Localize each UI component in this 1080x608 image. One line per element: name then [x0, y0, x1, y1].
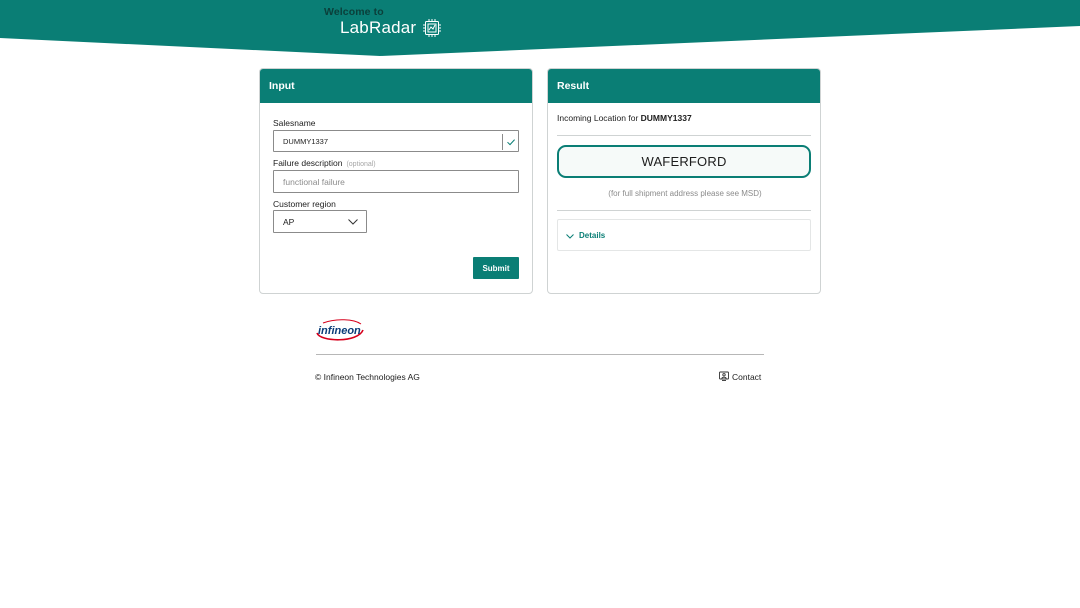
footer-divider [316, 354, 764, 355]
copyright: © Infineon Technologies AG [315, 372, 420, 382]
failure-label: Failure description (optional) [273, 158, 376, 168]
details-label: Details [579, 230, 606, 240]
contact-icon [719, 371, 729, 383]
result-card-title: Result [548, 69, 820, 103]
failure-label-text: Failure description [273, 158, 343, 168]
divider [557, 210, 811, 211]
details-toggle[interactable]: Details [557, 219, 811, 251]
welcome-text: Welcome to [324, 6, 384, 18]
contact-link[interactable]: Contact [719, 371, 761, 383]
infineon-logo[interactable]: infineon [314, 317, 366, 343]
header-banner [0, 0, 1080, 58]
failure-description-input[interactable]: functional failure [273, 170, 519, 193]
chevron-down-icon [348, 217, 358, 227]
incoming-prefix: Incoming Location for [557, 113, 639, 123]
result-card: Result Incoming Location for DUMMY1337 W… [547, 68, 821, 294]
chip-icon [422, 18, 442, 38]
incoming-salesname: DUMMY1337 [640, 113, 692, 123]
contact-label: Contact [732, 372, 762, 382]
app-name: LabRadar [340, 18, 417, 37]
input-card: Input Salesname DUMMY1337 Failure descri… [259, 68, 533, 294]
app-brand[interactable]: LabRadar [340, 18, 442, 38]
failure-placeholder: functional failure [283, 176, 345, 187]
divider [557, 135, 811, 136]
region-label: Customer region [273, 199, 336, 209]
customer-region-select[interactable]: AP [273, 210, 367, 233]
salesname-value: DUMMY1337 [283, 136, 329, 146]
location-result: WAFERFORD [557, 145, 811, 178]
salesname-label: Salesname [273, 118, 316, 128]
incoming-location-text: Incoming Location for DUMMY1337 [557, 113, 692, 123]
input-card-title: Input [260, 69, 532, 103]
submit-button[interactable]: Submit [473, 257, 519, 279]
region-value: AP [283, 216, 295, 227]
svg-text:infineon: infineon [318, 325, 361, 337]
salesname-input[interactable]: DUMMY1337 [273, 130, 519, 152]
optional-hint: (optional) [346, 161, 376, 168]
chevron-down-icon [566, 226, 574, 244]
msd-note: (for full shipment address please see MS… [608, 189, 762, 198]
check-icon [502, 134, 518, 150]
